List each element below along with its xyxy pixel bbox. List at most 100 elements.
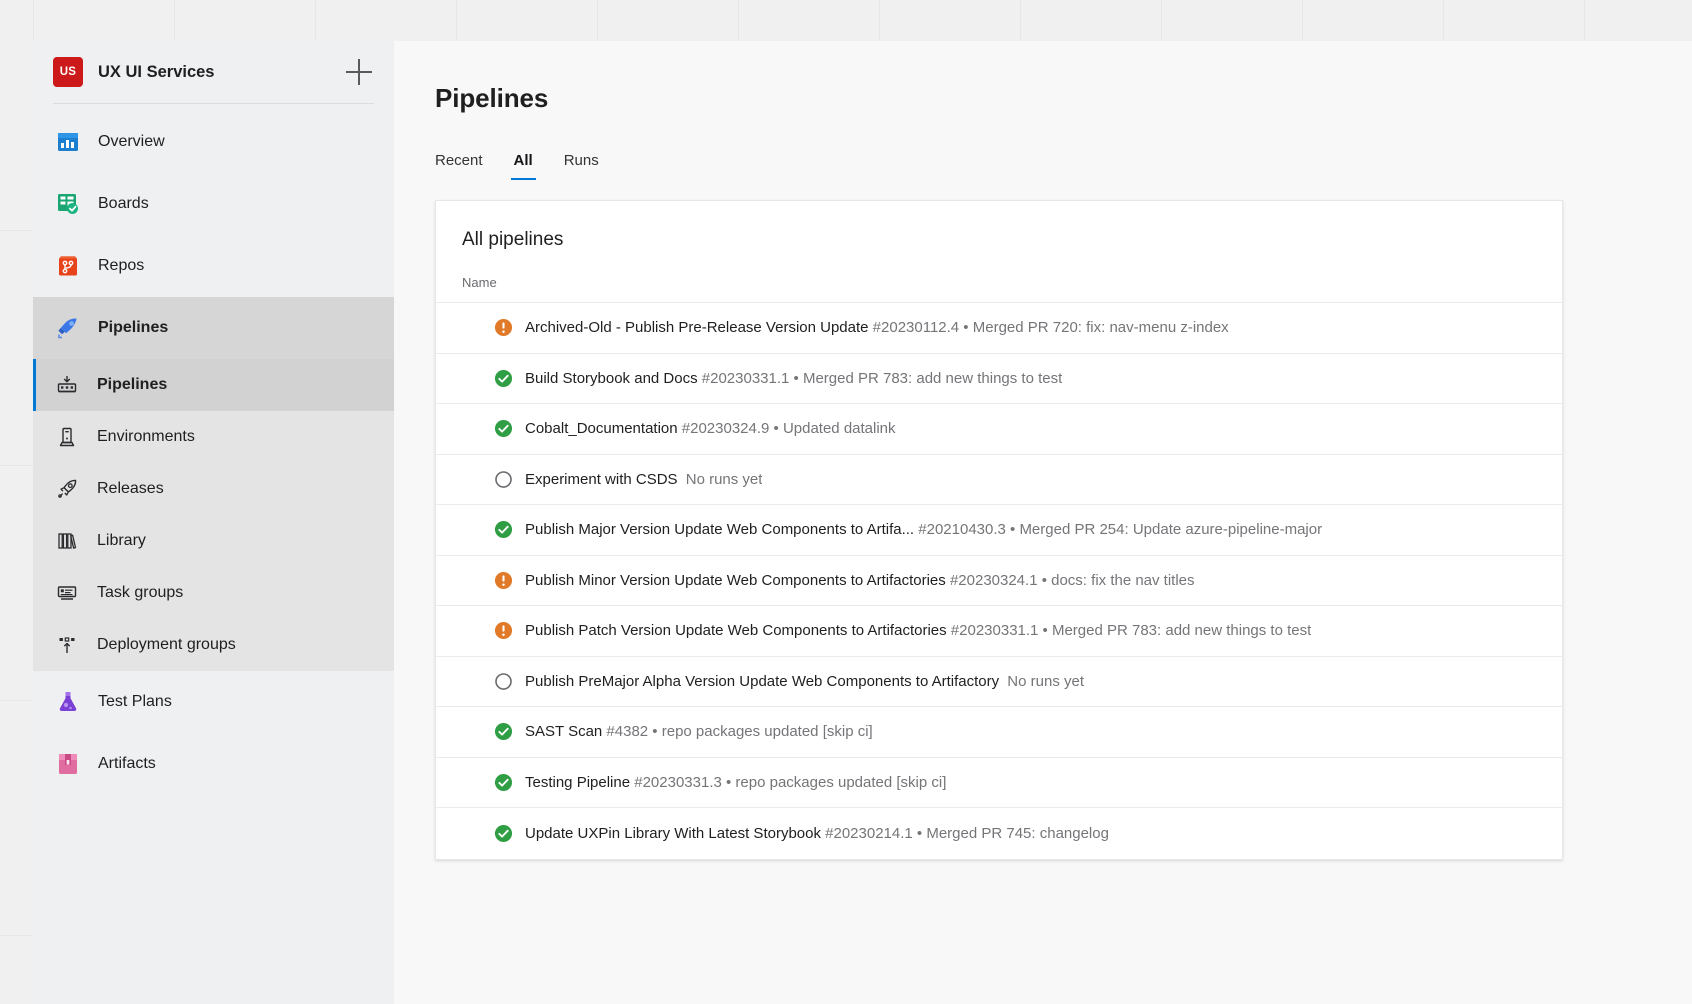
sidebar-item-label: Boards [98,195,149,212]
artifacts-icon [53,749,83,779]
sidebar-subitem-label: Task groups [97,584,184,601]
status-success-icon [494,420,513,438]
environments-icon [53,423,81,451]
sidebar-subitem-environments[interactable]: Environments [33,411,394,463]
pipeline-name[interactable]: SAST Scan [525,723,602,740]
deployment-groups-icon [53,631,81,659]
pipelines-icon [53,313,83,343]
main-content: Pipelines Recent All Runs All pipelines … [394,41,1692,1004]
pipeline-row-text: Publish Minor Version Update Web Compone… [525,572,1195,589]
sidebar-subitem-label: Deployment groups [97,636,236,653]
pipeline-row-text: SAST Scan #4382 • repo packages updated … [525,723,873,740]
card-title: All pipelines [462,229,564,250]
pipeline-row-text: Update UXPin Library With Latest Storybo… [525,825,1109,842]
pipeline-name[interactable]: Publish Major Version Update Web Compone… [525,521,914,538]
sidebar-subitem-task-groups[interactable]: Task groups [33,567,394,619]
sidebar-subnav: Pipelines Environments Releases Library … [33,359,394,671]
tab-runs[interactable]: Runs [564,152,599,180]
pipeline-row-text: Publish PreMajor Alpha Version Update We… [525,673,1084,690]
tab-recent[interactable]: Recent [435,152,483,180]
pipelines-table: Archived-Old - Publish Pre-Release Versi… [436,303,1562,859]
status-success-icon [494,723,513,741]
pipeline-name[interactable]: Publish PreMajor Alpha Version Update We… [525,673,999,690]
sidebar-item-label: Overview [98,133,165,150]
table-row[interactable]: SAST Scan #4382 • repo packages updated … [436,707,1562,758]
sidebar-item-label: Artifacts [98,755,156,772]
sidebar-item-test-plans[interactable]: Test Plans [33,671,394,733]
table-row[interactable]: Publish PreMajor Alpha Version Update We… [436,657,1562,707]
status-warning-icon [494,319,513,337]
sidebar-subitem-label: Releases [97,480,164,497]
sidebar-item-label: Test Plans [98,693,172,710]
sidebar-item-artifacts[interactable]: Artifacts [33,733,394,795]
table-row[interactable]: Archived-Old - Publish Pre-Release Versi… [436,303,1562,354]
table-row[interactable]: Cobalt_Documentation #20230324.9 • Updat… [436,404,1562,455]
sidebar-subitem-library[interactable]: Library [33,515,394,567]
sidebar-item-label: Pipelines [98,319,169,336]
status-success-icon [494,521,513,539]
releases-rocket-icon [53,475,81,503]
sidebar-subitem-label: Pipelines [97,376,168,393]
pipeline-meta: No runs yet [1003,672,1085,690]
library-books-icon [53,527,81,555]
column-header-name: Name [436,251,1562,303]
pipeline-meta: No runs yet [681,470,763,488]
pipeline-meta: #4382 • repo packages updated [skip ci] [602,723,873,741]
pipeline-meta: #20230331.1 • Merged PR 783: add new thi… [946,622,1312,640]
sidebar-item-pipelines[interactable]: Pipelines [33,297,394,359]
table-row[interactable]: Testing Pipeline #20230331.3 • repo pack… [436,758,1562,808]
table-row[interactable]: Publish Major Version Update Web Compone… [436,505,1562,556]
sidebar-subitem-pipelines[interactable]: Pipelines [33,359,394,411]
pipeline-name[interactable]: Cobalt_Documentation [525,420,678,437]
pipeline-meta: #20230324.1 • docs: fix the nav titles [945,571,1195,589]
task-groups-icon [53,579,81,607]
pipeline-meta: #20230331.3 • repo packages updated [ski… [630,773,947,791]
sidebar: US UX UI Services Overview Boards Repos … [33,41,394,1004]
table-row[interactable]: Update UXPin Library With Latest Storybo… [436,808,1562,859]
pipeline-row-text: Experiment with CSDS No runs yet [525,471,762,488]
pipeline-name[interactable]: Build Storybook and Docs [525,370,698,387]
pipeline-row-text: Publish Patch Version Update Web Compone… [525,622,1311,639]
pipeline-meta: #20210430.3 • Merged PR 254: Update azur… [914,521,1323,539]
sidebar-item-boards[interactable]: Boards [33,173,394,235]
sidebar-subitem-deployment-groups[interactable]: Deployment groups [33,619,394,671]
sidebar-item-repos[interactable]: Repos [33,235,394,297]
tab-all[interactable]: All [510,152,536,180]
all-pipelines-card: All pipelines Name Archived-Old - Publis… [435,200,1563,860]
design-canvas: US UX UI Services Overview Boards Repos … [0,0,1692,1004]
pipelines-sub-icon [53,371,81,399]
pipeline-meta: #20230324.9 • Updated datalink [677,420,896,438]
table-row[interactable]: Publish Minor Version Update Web Compone… [436,556,1562,606]
project-avatar: US [53,57,83,87]
overview-icon [53,127,83,157]
pipeline-name[interactable]: Update UXPin Library With Latest Storybo… [525,825,821,842]
pipeline-name[interactable]: Testing Pipeline [525,774,630,791]
project-name: UX UI Services [98,62,215,81]
sidebar-subitem-releases[interactable]: Releases [33,463,394,515]
sidebar-item-label: Repos [98,257,145,274]
status-success-icon [494,369,513,387]
add-new-icon[interactable] [346,59,372,85]
project-header[interactable]: US UX UI Services [33,41,394,103]
table-row[interactable]: Publish Patch Version Update Web Compone… [436,606,1562,657]
pipeline-meta: #20230214.1 • Merged PR 745: changelog [820,824,1109,842]
status-warning-icon [494,571,513,589]
pipeline-name[interactable]: Publish Patch Version Update Web Compone… [525,622,947,639]
status-success-icon [494,773,513,791]
sidebar-subitem-label: Environments [97,428,195,445]
boards-icon [53,189,83,219]
pipeline-name[interactable]: Experiment with CSDS [525,471,678,488]
pipeline-name[interactable]: Archived-Old - Publish Pre-Release Versi… [525,319,869,336]
pipeline-row-text: Cobalt_Documentation #20230324.9 • Updat… [525,420,896,437]
status-no-runs-icon [495,470,512,488]
pipeline-row-text: Build Storybook and Docs #20230331.1 • M… [525,370,1062,387]
repos-icon [53,251,83,281]
pipeline-name[interactable]: Publish Minor Version Update Web Compone… [525,572,946,589]
table-row[interactable]: Experiment with CSDS No runs yet [436,455,1562,505]
tabbar: Recent All Runs [435,146,1692,180]
sidebar-divider [53,103,374,104]
sidebar-item-overview[interactable]: Overview [33,111,394,173]
pipeline-meta: #20230331.1 • Merged PR 783: add new thi… [697,369,1063,387]
page-title: Pipelines [435,83,549,113]
table-row[interactable]: Build Storybook and Docs #20230331.1 • M… [436,354,1562,404]
